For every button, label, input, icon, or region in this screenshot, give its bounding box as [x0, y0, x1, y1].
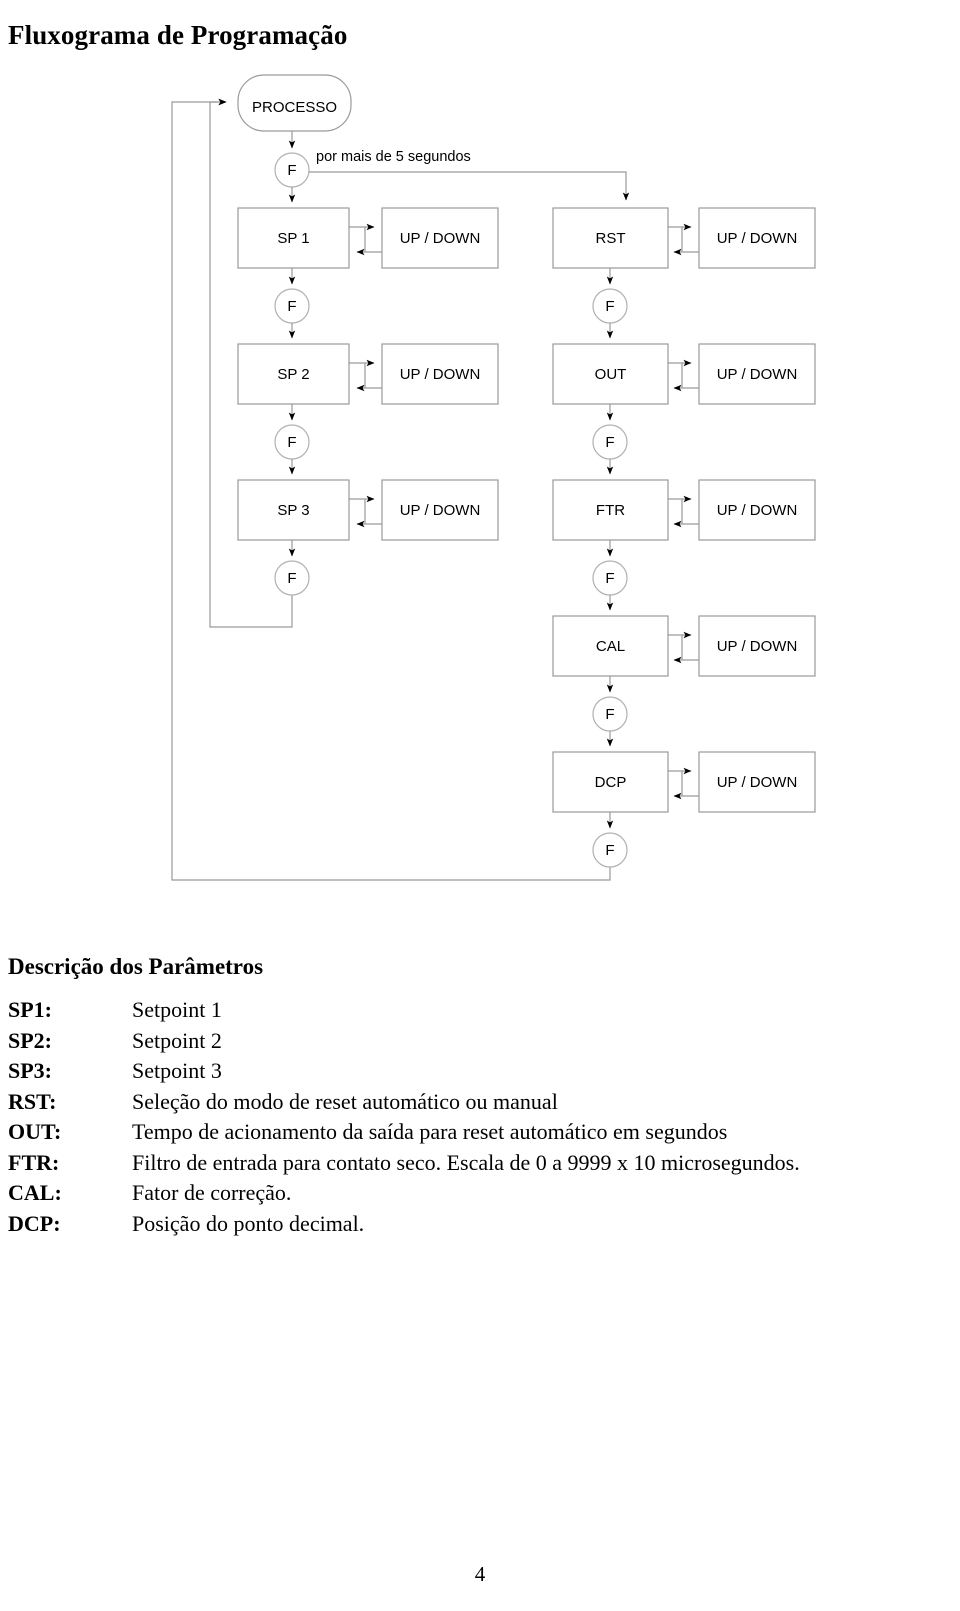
node-updown-ftr: UP / DOWN: [698, 479, 816, 541]
f-circle-6: F: [592, 560, 628, 596]
f-circle-0: F: [274, 152, 310, 188]
node-updown-sp2: UP / DOWN: [381, 343, 499, 405]
parameter-row: RST: Seleção do modo de reset automático…: [8, 1087, 952, 1118]
node-cal: CAL: [552, 615, 669, 677]
parameter-description: Filtro de entrada para contato seco. Esc…: [132, 1149, 800, 1175]
node-ftr: FTR: [552, 479, 669, 541]
node-out: OUT: [552, 343, 669, 405]
parameter-row: CAL: Fator de correção.: [8, 1178, 952, 1209]
node-out-label: OUT: [595, 366, 627, 383]
parameter-key: SP1:: [8, 997, 52, 1022]
section-heading-parameters: Descrição dos Parâmetros: [8, 954, 264, 980]
f-circle-5-label: F: [605, 434, 614, 451]
node-updown-rst-label: UP / DOWN: [717, 230, 798, 247]
node-processo: PROCESSO: [237, 74, 352, 132]
node-updown-ftr-label: UP / DOWN: [717, 502, 798, 519]
page-number: 4: [474, 1562, 486, 1586]
parameter-description: Seleção do modo de reset automático ou m…: [132, 1088, 558, 1114]
f-circle-2: F: [274, 424, 310, 460]
node-updown-rst: UP / DOWN: [698, 207, 816, 269]
node-sp3-label: SP 3: [277, 502, 309, 519]
node-sp1: SP 1: [237, 207, 350, 269]
node-updown-out-label: UP / DOWN: [717, 366, 798, 383]
node-ftr-label: FTR: [596, 502, 625, 519]
parameter-row: DCP: Posição do ponto decimal.: [8, 1209, 952, 1240]
node-sp2: SP 2: [237, 343, 350, 405]
document-page: Fluxograma de Programação PROCESSO F por…: [0, 0, 960, 1611]
parameter-key: DCP:: [8, 1210, 61, 1236]
f-circle-3-label: F: [287, 570, 296, 587]
parameter-description: Setpoint 3: [132, 1058, 222, 1083]
node-sp1-label: SP 1: [277, 230, 309, 247]
node-cal-label: CAL: [596, 638, 625, 655]
node-updown-dcp-label: UP / DOWN: [717, 774, 798, 791]
node-processo-label: PROCESSO: [252, 99, 337, 116]
f-circle-7-label: F: [605, 706, 614, 723]
node-updown-out: UP / DOWN: [698, 343, 816, 405]
f-circle-8-label: F: [605, 842, 614, 859]
f-circle-7: F: [592, 696, 628, 732]
f-circle-4-label: F: [605, 298, 614, 315]
parameter-key: SP2:: [8, 1027, 52, 1053]
f-circle-2-label: F: [287, 434, 296, 451]
parameter-key: CAL:: [8, 1180, 62, 1205]
parameter-description: Setpoint 1: [132, 997, 222, 1022]
node-dcp-label: DCP: [595, 774, 627, 791]
node-dcp: DCP: [552, 751, 669, 813]
parameter-row: OUT: Tempo de acionamento da saída para …: [8, 1117, 952, 1148]
programming-flowchart: PROCESSO F por mais de 5 segundos SP 1 U…: [0, 60, 960, 920]
f-circle-1: F: [274, 288, 310, 324]
node-rst: RST: [552, 207, 669, 269]
node-updown-cal-label: UP / DOWN: [717, 638, 798, 655]
node-updown-sp2-label: UP / DOWN: [400, 366, 481, 383]
parameter-key: OUT:: [8, 1119, 62, 1144]
node-updown-dcp: UP / DOWN: [698, 751, 816, 813]
parameter-row: SP2: Setpoint 2: [8, 1026, 952, 1057]
parameter-key: RST:: [8, 1088, 57, 1114]
node-sp2-label: SP 2: [277, 366, 309, 383]
node-updown-sp1-label: UP / DOWN: [400, 230, 481, 247]
f-circle-3: F: [274, 560, 310, 596]
node-updown-sp1: UP / DOWN: [381, 207, 499, 269]
edge-f0-to-rst: [309, 171, 630, 201]
f-circle-1-label: F: [287, 298, 296, 315]
page-title: Fluxograma de Programação: [8, 20, 348, 51]
f-circle-4: F: [592, 288, 628, 324]
parameter-description: Tempo de acionamento da saída para reset…: [132, 1119, 728, 1144]
parameter-description: Fator de correção.: [132, 1180, 292, 1205]
parameter-row: FTR: Filtro de entrada para contato seco…: [8, 1148, 952, 1179]
f-circle-6-label: F: [605, 570, 614, 587]
parameter-row: SP3: Setpoint 3: [8, 1056, 952, 1087]
parameter-row: SP1: Setpoint 1: [8, 995, 952, 1026]
parameter-description: Posição do ponto decimal.: [132, 1210, 365, 1236]
parameter-description: Setpoint 2: [132, 1027, 222, 1053]
f-circle-0-label: F: [287, 162, 296, 179]
f-circle-8: F: [592, 832, 628, 868]
node-updown-sp3: UP / DOWN: [381, 479, 499, 541]
parameter-description-list: SP1: Setpoint 1 SP2: Setpoint 2 SP3: Set…: [8, 995, 952, 1239]
flowchart-canvas: PROCESSO F por mais de 5 segundos SP 1 U…: [171, 74, 816, 881]
node-sp3: SP 3: [237, 479, 350, 541]
node-rst-label: RST: [596, 230, 626, 247]
parameter-key: SP3:: [8, 1058, 52, 1083]
edge-label-5-seconds: por mais de 5 segundos: [316, 149, 471, 165]
f-circle-5: F: [592, 424, 628, 460]
node-updown-cal: UP / DOWN: [698, 615, 816, 677]
node-updown-sp3-label: UP / DOWN: [400, 502, 481, 519]
parameter-key: FTR:: [8, 1149, 60, 1175]
